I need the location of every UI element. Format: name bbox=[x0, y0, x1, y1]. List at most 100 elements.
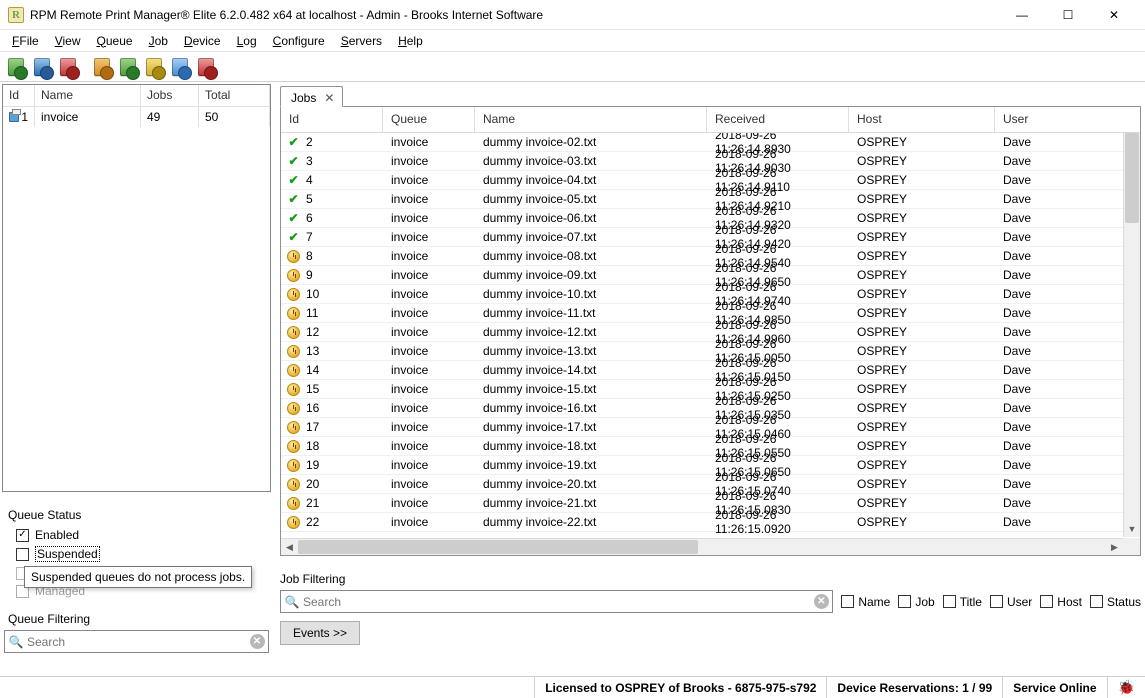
events-button[interactable]: Events >> bbox=[280, 621, 360, 645]
toolbar-btn-2[interactable] bbox=[30, 55, 54, 79]
jobs-hdr-queue[interactable]: Queue bbox=[383, 107, 475, 132]
menu-file[interactable]: FFileFile bbox=[4, 32, 47, 50]
job-row[interactable]: 22invoicedummy invoice-22.txt2018-09-26 … bbox=[281, 513, 1140, 532]
status-wait-icon bbox=[287, 307, 300, 320]
scrollbar-vertical[interactable]: ▲ ▼ bbox=[1123, 133, 1140, 537]
toolbar-btn-4[interactable] bbox=[90, 55, 114, 79]
tab-strip: Jobs ✕ bbox=[280, 84, 1141, 106]
checkbox-icon bbox=[16, 529, 29, 542]
filter-chk-user[interactable]: User bbox=[990, 595, 1032, 609]
chk-enabled[interactable]: Enabled bbox=[4, 526, 269, 544]
window-title: RPM Remote Print Manager® Elite 6.2.0.48… bbox=[30, 8, 999, 22]
scroll-down-icon[interactable]: ▼ bbox=[1124, 520, 1140, 537]
tab-jobs[interactable]: Jobs ✕ bbox=[280, 86, 343, 107]
filter-chk-title[interactable]: Title bbox=[943, 595, 982, 609]
maximize-button[interactable]: ☐ bbox=[1045, 0, 1091, 30]
scroll-left-icon[interactable]: ◀ bbox=[281, 539, 298, 555]
status-wait-icon bbox=[287, 516, 300, 529]
menu-log[interactable]: Log bbox=[229, 32, 265, 50]
queue-hdr-id[interactable]: Id bbox=[3, 85, 35, 106]
filter-chk-host[interactable]: Host bbox=[1040, 595, 1082, 609]
statusbar: Licensed to OSPREY of Brooks - 6875-975-… bbox=[0, 676, 1145, 698]
queue-hdr-name[interactable]: Name bbox=[35, 85, 141, 106]
toolbar bbox=[0, 52, 1145, 82]
tab-jobs-label: Jobs bbox=[291, 91, 316, 105]
checkbox-icon bbox=[990, 595, 1003, 608]
toolbar-btn-3[interactable] bbox=[56, 55, 80, 79]
toolbar-btn-1[interactable] bbox=[4, 55, 28, 79]
jobs-hdr-id[interactable]: Id bbox=[281, 107, 383, 132]
menu-queue[interactable]: Queue bbox=[89, 32, 141, 50]
queue-search[interactable]: 🔍 ✕ bbox=[4, 630, 269, 653]
status-done-icon: ✔ bbox=[287, 212, 300, 225]
tab-close-icon[interactable]: ✕ bbox=[324, 91, 334, 105]
status-wait-icon bbox=[287, 250, 300, 263]
menu-job[interactable]: Job bbox=[141, 32, 176, 50]
status-wait-icon bbox=[287, 383, 300, 396]
scrollbar-thumb[interactable] bbox=[1125, 133, 1139, 223]
doc-bluel-icon bbox=[172, 58, 188, 76]
checkbox-icon bbox=[16, 548, 29, 561]
right-pane: Jobs ✕ Id Queue Name Received Host User … bbox=[274, 82, 1145, 676]
menu-device[interactable]: Device bbox=[176, 32, 229, 50]
doc-red-icon bbox=[60, 58, 76, 76]
menu-configure[interactable]: Configure bbox=[265, 32, 333, 50]
toolbar-btn-6[interactable] bbox=[142, 55, 166, 79]
doc-green2-icon bbox=[120, 58, 136, 76]
queue-row[interactable]: 1invoice4950 bbox=[3, 107, 270, 127]
queue-search-input[interactable] bbox=[27, 631, 246, 652]
clear-search-button[interactable]: ✕ bbox=[246, 634, 268, 649]
status-wait-icon bbox=[287, 459, 300, 472]
menu-help[interactable]: Help bbox=[390, 32, 431, 50]
queue-filter-panel: Queue Filtering 🔍 ✕ bbox=[2, 606, 271, 657]
close-button[interactable]: ✕ bbox=[1091, 0, 1137, 30]
filter-chk-status[interactable]: Status bbox=[1090, 595, 1141, 609]
status-wait-icon bbox=[287, 326, 300, 339]
chk-suspended[interactable]: Suspended bbox=[4, 544, 269, 564]
queue-status-label: Queue Status bbox=[8, 508, 269, 522]
doc-red2-icon bbox=[198, 58, 214, 76]
status-service: Service Online bbox=[1002, 677, 1106, 698]
toolbar-btn-7[interactable] bbox=[168, 55, 192, 79]
scroll-right-icon[interactable]: ▶ bbox=[1106, 539, 1123, 555]
minimize-button[interactable]: — bbox=[999, 0, 1045, 30]
status-wait-icon bbox=[287, 345, 300, 358]
jobs-hdr-host[interactable]: Host bbox=[849, 107, 995, 132]
toolbar-btn-8[interactable] bbox=[194, 55, 218, 79]
job-search-input[interactable] bbox=[303, 591, 810, 612]
checkbox-icon bbox=[841, 595, 854, 608]
jobs-hdr-received[interactable]: Received bbox=[707, 107, 849, 132]
status-wait-icon bbox=[287, 478, 300, 491]
toolbar-btn-5[interactable] bbox=[116, 55, 140, 79]
printer-icon bbox=[9, 112, 19, 122]
checkbox-icon bbox=[943, 595, 956, 608]
checkbox-icon bbox=[1090, 595, 1103, 608]
search-icon: 🔍 bbox=[5, 635, 27, 649]
status-wait-icon bbox=[287, 440, 300, 453]
titlebar: R RPM Remote Print Manager® Elite 6.2.0.… bbox=[0, 0, 1145, 30]
menu-view[interactable]: View bbox=[47, 32, 89, 50]
scroll-corner bbox=[1123, 538, 1140, 555]
scrollbar-thumb-h[interactable] bbox=[298, 540, 698, 554]
tooltip-suspended: Suspended queues do not process jobs. bbox=[24, 566, 252, 588]
queue-list-header: Id Name Jobs Total bbox=[3, 85, 270, 107]
status-done-icon: ✔ bbox=[287, 193, 300, 206]
clear-search-button[interactable]: ✕ bbox=[810, 594, 832, 609]
status-wait-icon bbox=[287, 269, 300, 282]
queue-hdr-total[interactable]: Total bbox=[199, 85, 270, 106]
queue-hdr-jobs[interactable]: Jobs bbox=[141, 85, 199, 106]
jobs-hdr-name[interactable]: Name bbox=[475, 107, 707, 132]
status-done-icon: ✔ bbox=[287, 136, 300, 149]
jobs-panel: Id Queue Name Received Host User ✔2invoi… bbox=[280, 106, 1141, 556]
left-pane: Id Name Jobs Total 1invoice4950 Queue St… bbox=[0, 82, 274, 676]
scrollbar-horizontal[interactable]: ◀ ▶ bbox=[281, 538, 1123, 555]
menu-servers[interactable]: Servers bbox=[333, 32, 390, 50]
status-done-icon: ✔ bbox=[287, 155, 300, 168]
jobs-hdr-user[interactable]: User bbox=[995, 107, 1140, 132]
filter-chk-job[interactable]: Job bbox=[898, 595, 934, 609]
doc-orange-icon bbox=[94, 58, 110, 76]
filter-chk-name[interactable]: Name bbox=[841, 595, 890, 609]
doc-green-icon bbox=[8, 58, 24, 76]
job-search[interactable]: 🔍 ✕ bbox=[280, 590, 833, 613]
status-bug-icon[interactable]: 🐞 bbox=[1107, 677, 1145, 698]
